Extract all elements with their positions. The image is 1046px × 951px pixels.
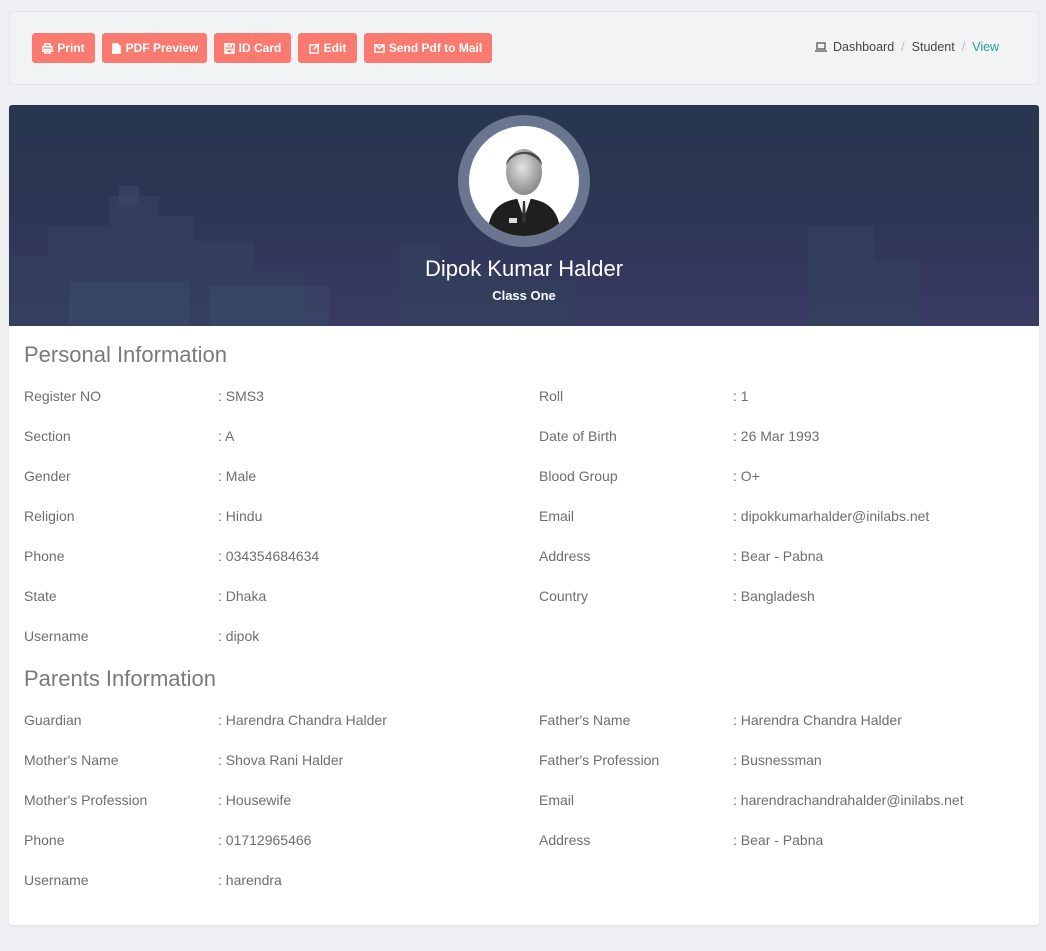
breadcrumb-student[interactable]: Student bbox=[912, 40, 955, 54]
field-value: : 26 Mar 1993 bbox=[733, 428, 820, 444]
field-value: : Busnessman bbox=[733, 752, 822, 768]
field-value: : O+ bbox=[733, 468, 760, 484]
laptop-icon bbox=[815, 42, 827, 52]
profile-banner: Dipok Kumar Halder Class One bbox=[9, 105, 1039, 326]
field-value: : 1 bbox=[733, 388, 749, 404]
field-value: : Bear - Pabna bbox=[733, 548, 824, 564]
field-label: Religion bbox=[24, 508, 75, 524]
field-label: Email bbox=[539, 508, 575, 524]
field-label: Username bbox=[24, 872, 89, 888]
field-label: State bbox=[24, 588, 57, 604]
id-card-label: ID Card bbox=[238, 41, 282, 55]
field-value: : dipok bbox=[218, 628, 260, 644]
field-value: : SMS3 bbox=[218, 388, 264, 404]
floppy-icon bbox=[223, 42, 235, 54]
field-value: : Dhaka bbox=[218, 588, 267, 604]
field-label: Phone bbox=[24, 548, 65, 564]
field-label: Address bbox=[539, 548, 591, 564]
field-value: : 01712965466 bbox=[218, 832, 312, 848]
print-button[interactable]: Print bbox=[32, 33, 95, 63]
field-label: Roll bbox=[539, 388, 564, 404]
envelope-icon bbox=[374, 43, 385, 53]
send-pdf-mail-label: Send Pdf to Mail bbox=[388, 41, 483, 55]
field-label: Country bbox=[539, 588, 589, 604]
print-icon bbox=[42, 42, 54, 54]
field-label: Username bbox=[24, 628, 89, 644]
breadcrumb-separator: / bbox=[961, 40, 966, 54]
field-label: Gender bbox=[24, 468, 71, 484]
field-value: : Shova Rani Halder bbox=[218, 752, 344, 768]
pdf-preview-button[interactable]: PDF Preview bbox=[102, 33, 207, 63]
field-label: Blood Group bbox=[539, 468, 618, 484]
field-label: Guardian bbox=[24, 712, 82, 728]
action-toolbar: Print PDF Preview ID Card Edit Send Pdf … bbox=[9, 11, 1039, 85]
field-label: Mother's Profession bbox=[24, 792, 148, 808]
field-value: : dipokkumarhalder@inilabs.net bbox=[733, 508, 930, 524]
field-value: : harendra bbox=[218, 872, 282, 888]
send-pdf-mail-button[interactable]: Send Pdf to Mail bbox=[364, 33, 492, 63]
field-label: Father's Profession bbox=[539, 752, 660, 768]
field-label: Father's Name bbox=[539, 712, 631, 728]
field-value: : Male bbox=[218, 468, 257, 484]
field-value: : A bbox=[218, 428, 235, 444]
student-profile-card: Dipok Kumar Halder Class One Personal In… bbox=[9, 105, 1039, 925]
field-value: : Housewife bbox=[218, 792, 292, 808]
student-name: Dipok Kumar Halder bbox=[424, 256, 624, 281]
field-label: Email bbox=[539, 792, 575, 808]
breadcrumb-dashboard[interactable]: Dashboard bbox=[833, 40, 894, 54]
field-label: Mother's Name bbox=[24, 752, 119, 768]
avatar-ring bbox=[458, 115, 590, 247]
avatar bbox=[469, 126, 579, 236]
breadcrumb-view: View bbox=[972, 40, 1000, 54]
id-card-button[interactable]: ID Card bbox=[214, 33, 291, 63]
field-label: Register NO bbox=[24, 388, 102, 404]
breadcrumb: Dashboard / Student / View bbox=[815, 40, 999, 54]
field-label: Address bbox=[539, 832, 591, 848]
field-value: : Hindu bbox=[218, 508, 263, 524]
field-value: : Harendra Chandra Halder bbox=[218, 712, 387, 728]
student-class: Class One bbox=[492, 288, 556, 303]
field-label: Date of Birth bbox=[539, 428, 617, 444]
field-value: : Harendra Chandra Halder bbox=[733, 712, 902, 728]
edit-icon bbox=[308, 42, 320, 54]
edit-button[interactable]: Edit bbox=[298, 33, 357, 63]
print-label: Print bbox=[57, 41, 85, 55]
field-value: : Bear - Pabna bbox=[733, 832, 824, 848]
parents-info-heading: Parents Information bbox=[24, 666, 216, 691]
pdf-preview-label: PDF Preview bbox=[125, 41, 199, 55]
field-value: : 034354684634 bbox=[218, 548, 320, 564]
person-silhouette-icon bbox=[487, 149, 561, 236]
breadcrumb-separator: / bbox=[901, 40, 905, 54]
field-value: : Bangladesh bbox=[733, 588, 815, 604]
personal-info-heading: Personal Information bbox=[24, 342, 227, 367]
field-value: : harendrachandrahalder@inilabs.net bbox=[733, 792, 964, 808]
edit-label: Edit bbox=[323, 41, 347, 55]
field-label: Section bbox=[24, 428, 71, 444]
file-icon bbox=[111, 42, 121, 54]
field-label: Phone bbox=[24, 832, 65, 848]
